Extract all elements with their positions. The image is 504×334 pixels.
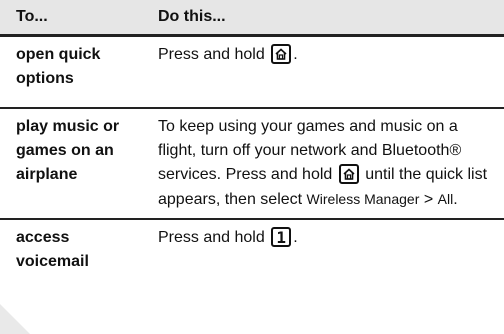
task-cell: open quick options (0, 36, 142, 109)
one-key-label: 1 (276, 228, 286, 247)
menu-item-all: All (437, 191, 454, 207)
task-cell: play music or games on an airplane (0, 108, 142, 219)
menu-item-wireless-manager: Wireless Manager (306, 191, 420, 207)
action-cell: Press and hold . (142, 36, 504, 109)
table-row: access voicemail Press and hold 1 . (0, 219, 504, 280)
column-header-to: To... (0, 0, 142, 36)
action-period: . (293, 46, 298, 63)
action-period: . (293, 229, 298, 246)
table-row: open quick options Press and hold . (0, 35, 504, 109)
page-corner-shade (0, 304, 30, 334)
home-key-icon (271, 44, 292, 64)
task-cell: access voicemail (0, 219, 142, 280)
table-header-row: To... Do this... (0, 0, 504, 36)
task-label: play music or games on an airplane (16, 118, 120, 183)
table-row: play music or games on an airplane To ke… (0, 108, 504, 219)
instructions-table: To... Do this... open quick options Pres… (0, 0, 504, 280)
action-text: Press and hold (158, 229, 265, 246)
action-cell: To keep using your games and music on a … (142, 108, 504, 219)
one-key-icon: 1 (271, 227, 292, 247)
home-key-icon (338, 164, 359, 184)
column-header-do-this: Do this... (142, 0, 504, 36)
task-label: access voicemail (16, 229, 89, 270)
action-period: . (453, 191, 458, 208)
action-text: Press and hold (158, 46, 265, 63)
menu-separator: > (423, 191, 434, 208)
task-label: open quick options (16, 46, 101, 87)
action-cell: Press and hold 1 . (142, 219, 504, 280)
